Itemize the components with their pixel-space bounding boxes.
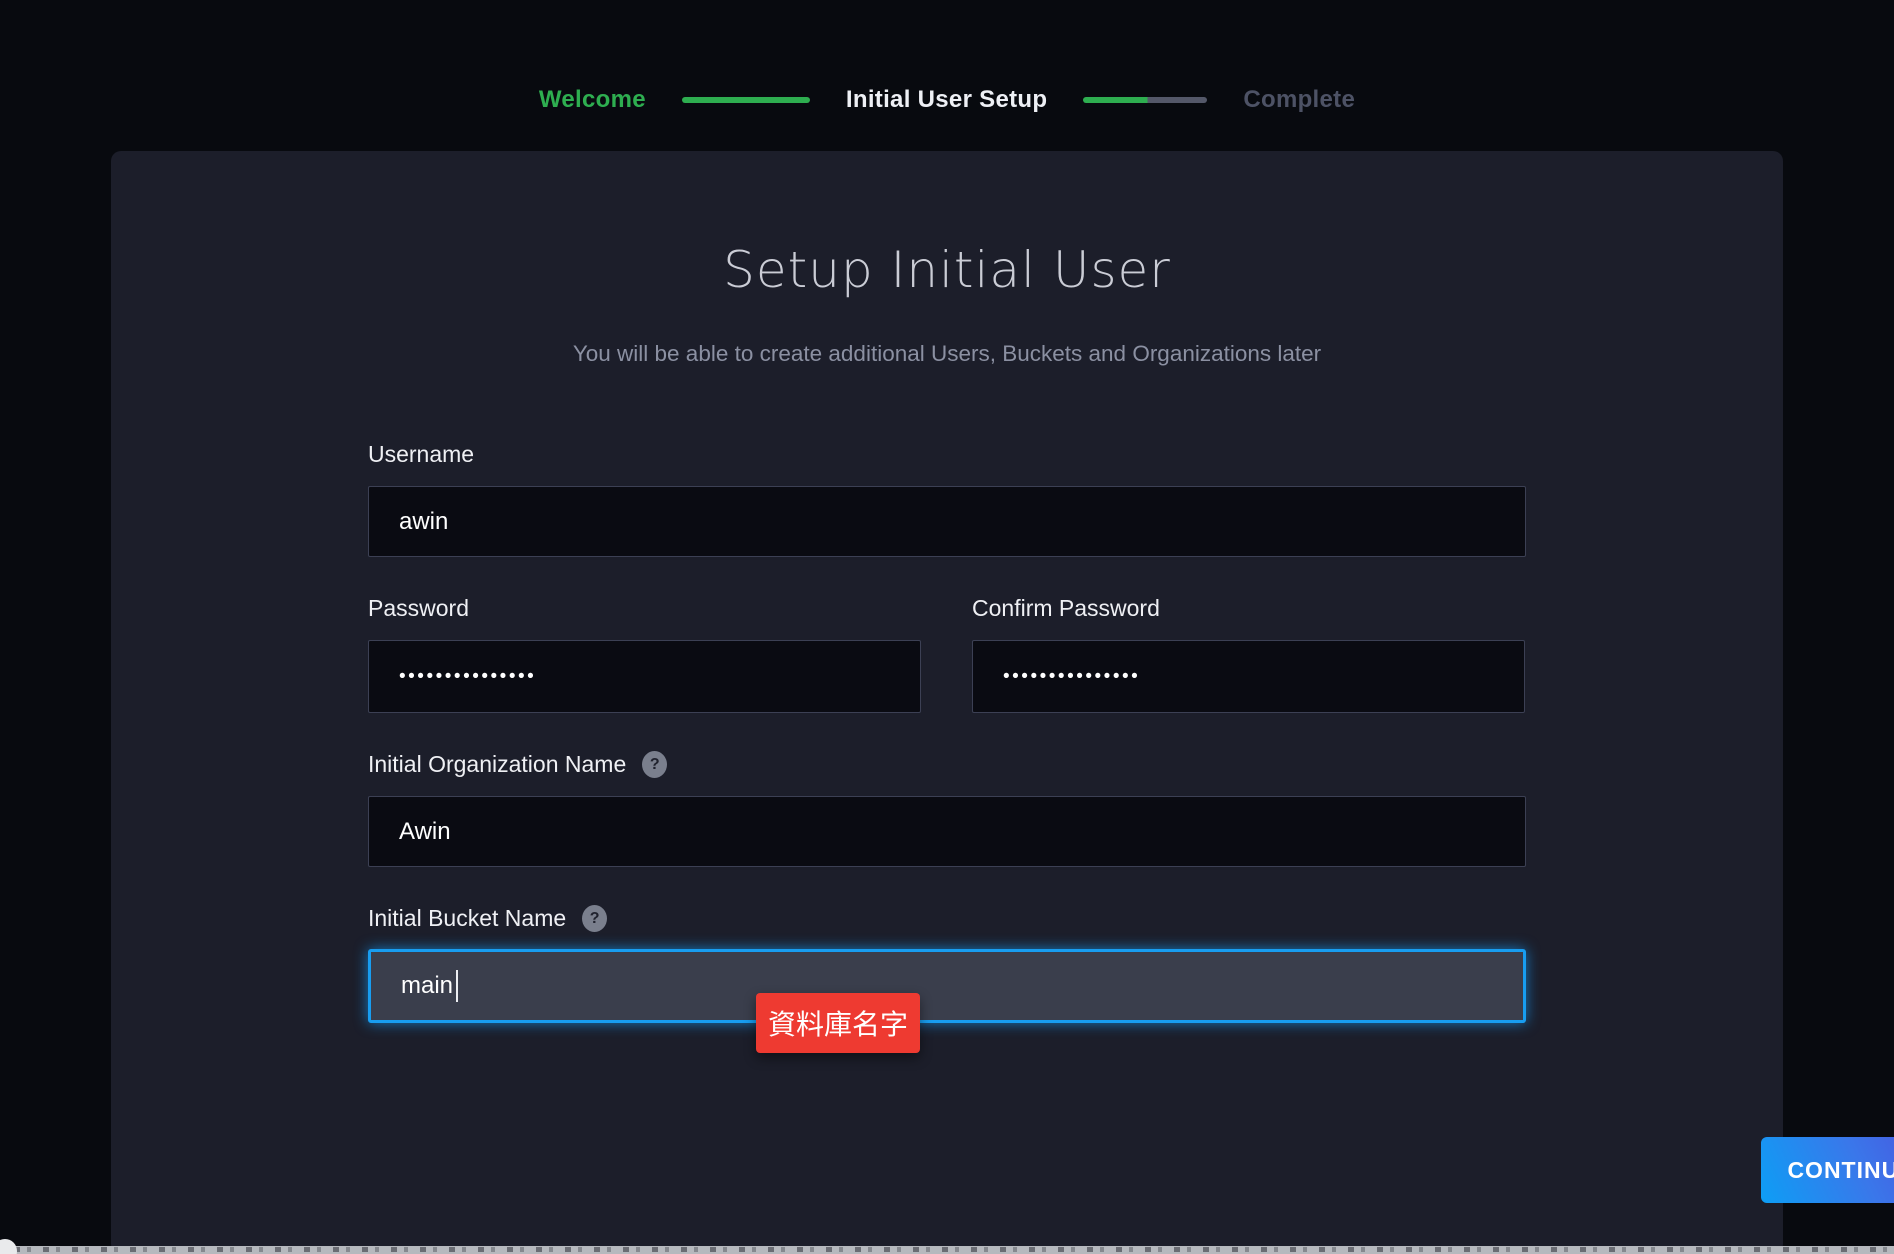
question-mark-icon[interactable]: ? xyxy=(582,905,607,932)
step-complete: Complete xyxy=(1243,86,1355,114)
organization-label: Initial Organization Name ? xyxy=(368,751,667,778)
bucket-input-value: main xyxy=(401,972,453,1000)
question-mark-icon[interactable]: ? xyxy=(642,751,667,778)
password-input[interactable] xyxy=(368,640,921,713)
bucket-label: Initial Bucket Name ? xyxy=(368,905,607,932)
continue-button[interactable]: CONTINUE xyxy=(1761,1137,1894,1203)
corner-cursor-artifact xyxy=(0,1239,17,1254)
background-window-text-sliver xyxy=(14,1247,1894,1252)
onboarding-screen: Welcome Initial User Setup Complete Setu… xyxy=(0,0,1894,1254)
confirm-password-input[interactable] xyxy=(972,640,1525,713)
setup-card: Setup Initial User You will be able to c… xyxy=(111,151,1783,1254)
password-label: Password xyxy=(368,595,469,622)
annotation-tooltip: 資料庫名字 xyxy=(756,993,920,1053)
wizard-stepper: Welcome Initial User Setup Complete xyxy=(0,86,1894,114)
initial-user-form: Username Password Confirm Password Initi… xyxy=(368,151,1526,1254)
username-label: Username xyxy=(368,441,474,468)
step-welcome: Welcome xyxy=(539,86,646,114)
background-window-edge xyxy=(0,1246,1894,1254)
organization-input[interactable] xyxy=(368,796,1526,867)
username-input[interactable] xyxy=(368,486,1526,557)
text-cursor-caret xyxy=(456,970,458,1002)
step-progress-line-partial xyxy=(1083,97,1207,103)
bucket-input[interactable]: main xyxy=(368,949,1526,1023)
confirm-password-label: Confirm Password xyxy=(972,595,1160,622)
step-progress-line-done xyxy=(682,97,810,103)
step-initial-user-setup: Initial User Setup xyxy=(846,86,1047,114)
